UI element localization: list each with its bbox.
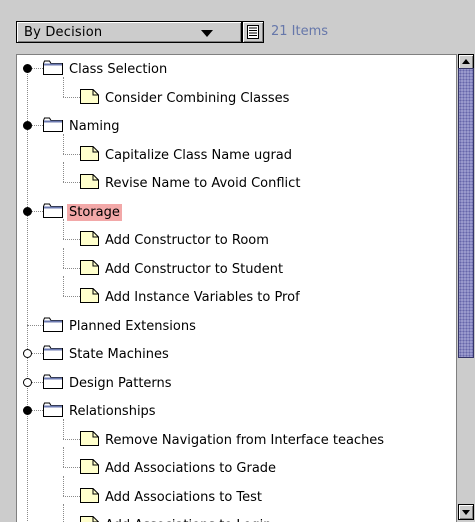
tree-connector-line [32, 125, 43, 126]
tree-connector-line [63, 133, 64, 154]
todo-item-icon [80, 487, 99, 506]
tree-node-label: Relationships [69, 404, 156, 419]
expanded-handle-icon[interactable] [23, 206, 32, 216]
tree-connector-line [63, 162, 64, 182]
vertical-scrollbar[interactable] [456, 54, 475, 522]
tree-connector-line [63, 276, 64, 296]
folder-icon [43, 60, 63, 78]
perspective-dropdown-value: By Decision [24, 25, 103, 40]
tree-item-row[interactable]: Add Associations to Grade [17, 447, 456, 481]
todo-item-icon [80, 459, 99, 477]
todo-item-icon [80, 88, 99, 107]
tree-node-label: Class Selection [69, 62, 168, 77]
todo-item-icon [80, 145, 99, 164]
tree-node-label: Add Associations to Login [103, 517, 273, 522]
perspective-dropdown[interactable]: By Decision [16, 21, 242, 43]
tree-item-row[interactable]: Add Associations to Test [17, 475, 456, 510]
folder-icon [43, 203, 63, 221]
tree-connector-line [63, 447, 64, 467]
tree-node-label: Revise Name to Avoid Conflict [105, 176, 301, 191]
tree-item-row[interactable]: Remove Navigation from Interface teaches [17, 418, 456, 453]
arrow-up-icon [462, 59, 470, 64]
todo-item-icon [80, 516, 99, 522]
todo-item-icon [80, 288, 99, 306]
tree-node-label: Remove Navigation from Interface teaches [105, 432, 385, 448]
todo-item-icon [80, 231, 99, 249]
tree-item-row[interactable]: Add Constructor to Room [17, 219, 456, 253]
item-count-label: 21 Items [271, 24, 329, 39]
tree-connector-line [63, 467, 80, 468]
tree-connector-line [63, 438, 80, 440]
tree-item-row[interactable]: Add Associations to Login [17, 504, 456, 522]
scroll-thumb[interactable] [458, 68, 474, 358]
toolbar: By Decision 21 Items [0, 0, 475, 54]
tree-connector-line [63, 267, 80, 269]
tree-node-label: Design Patterns [69, 375, 172, 391]
tree-node-label: Consider Combining Classes [105, 90, 290, 106]
tree-connector-line [63, 219, 64, 239]
tree-connector-line [63, 96, 80, 98]
todo-item-icon [80, 174, 99, 192]
tree-item-row[interactable]: Add Instance Variables to Prof [17, 276, 456, 310]
tree-node-label: Add Constructor to Student [105, 261, 284, 277]
tree-folder-row[interactable]: Design Patterns [17, 370, 456, 396]
list-icon [247, 25, 259, 39]
tree-connector-line [63, 495, 80, 497]
tree-item-row[interactable]: Consider Combining Classes [17, 76, 456, 111]
tree-connector-line [32, 381, 43, 383]
todo-item-icon [80, 430, 99, 449]
tree-connector-line [63, 296, 80, 297]
tree-connector-line [63, 182, 80, 183]
folder-icon [43, 345, 63, 363]
tree-node-label: Add Instance Variables to Prof [105, 290, 300, 305]
expanded-handle-icon[interactable] [23, 64, 32, 73]
tree-connector-line [32, 410, 43, 411]
tree-folder-row[interactable]: Storage [17, 199, 456, 225]
tree-node-label: Planned Extensions [69, 318, 196, 334]
chevron-down-icon[interactable] [201, 30, 213, 37]
tree-connector-line [32, 210, 43, 212]
folder-icon [43, 117, 63, 135]
expanded-handle-icon[interactable] [23, 121, 32, 130]
tree-item-row[interactable]: Capitalize Class Name ugrad [17, 133, 456, 168]
arrow-down-icon [462, 510, 470, 515]
collapsed-handle-icon[interactable] [23, 377, 32, 387]
scroll-down-button[interactable] [458, 504, 474, 520]
tree-node-label: Add Constructor to Room [105, 233, 269, 248]
flat-list-toggle-button[interactable] [242, 21, 264, 43]
tree-connector-line [63, 153, 80, 155]
tree-folder-row[interactable]: State Machines [17, 341, 456, 367]
tree-folder-row[interactable]: Planned Extensions [17, 313, 456, 339]
tree-connector-line [63, 418, 64, 439]
folder-icon [43, 317, 63, 335]
tree-connector-line [32, 68, 43, 69]
todo-item-icon [80, 259, 99, 278]
tree-connector-line [63, 475, 64, 496]
folder-icon [43, 374, 63, 392]
tree-folder-row[interactable]: Naming [17, 113, 456, 139]
tree-connector-line [32, 353, 43, 354]
tree-item-row[interactable]: Revise Name to Avoid Conflict [17, 162, 456, 196]
tree-connector-line [27, 324, 43, 326]
tree-connector-line [63, 504, 64, 522]
collapsed-handle-icon[interactable] [23, 349, 32, 358]
tree-node-label: State Machines [69, 347, 169, 362]
tree-item-row[interactable]: Add Constructor to Student [17, 247, 456, 282]
tree-node-label: Capitalize Class Name ugrad [105, 147, 293, 163]
tree-node-label: Add Associations to Grade [105, 461, 277, 476]
tree-connector-line [63, 239, 80, 240]
folder-icon [43, 402, 63, 420]
tree-node-label: Storage [67, 203, 122, 221]
tree-folder-row[interactable]: Class Selection [17, 56, 456, 82]
expanded-handle-icon[interactable] [23, 406, 32, 415]
tree-connector-line [63, 247, 64, 268]
tree-node-label: Add Associations to Test [105, 489, 263, 505]
tree-connector-line [63, 76, 64, 97]
todo-tree[interactable]: Class Selection Consider Combining Classe… [16, 54, 456, 522]
tree-node-label: Naming [69, 119, 120, 134]
tree-folder-row[interactable]: Relationships [17, 398, 456, 424]
